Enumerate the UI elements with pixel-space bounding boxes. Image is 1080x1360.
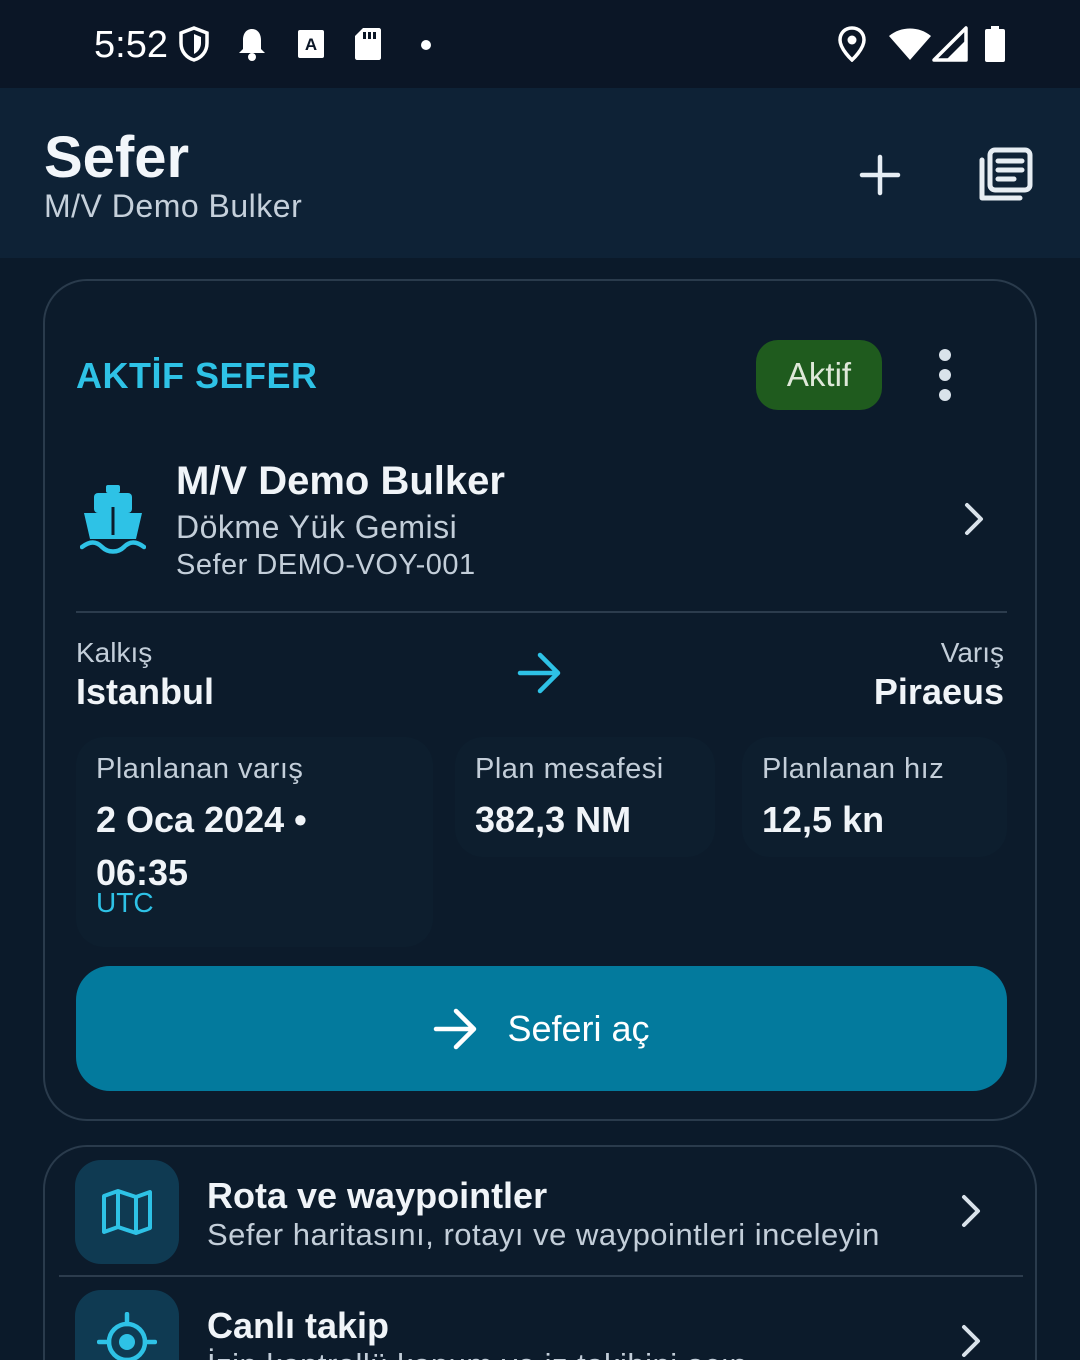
- add-button[interactable]: [845, 140, 915, 210]
- departure-city: Istanbul: [76, 671, 215, 712]
- status-bar: 5:52 A: [0, 0, 1080, 88]
- menu-item-title: Canlı takip: [207, 1305, 390, 1346]
- shield-icon: [178, 26, 210, 67]
- open-voyage-label: Seferi aç: [507, 1007, 650, 1049]
- page-subtitle: M/V Demo Bulker: [44, 188, 303, 224]
- menu-item-description: Sefer haritasını, rotayı ve waypointleri…: [207, 1217, 880, 1252]
- divider: [76, 611, 1007, 613]
- distance-value: 382,3 NM: [475, 799, 632, 840]
- keyboard-a-icon: A: [297, 26, 325, 67]
- chevron-right-icon: [962, 501, 986, 542]
- chevron-right-icon: [959, 1323, 983, 1360]
- active-voyage-card: AKTİF SEFER Aktif M/V Demo Bulker Dökme …: [43, 279, 1037, 1121]
- top-app-bar: Sefer M/V Demo Bulker: [0, 88, 1080, 258]
- arrow-right-icon: [517, 651, 563, 700]
- arrival-label: Varış: [940, 637, 1004, 668]
- distance-label: Plan mesafesi: [475, 753, 664, 785]
- chevron-right-icon: [959, 1193, 983, 1234]
- vessel-name: M/V Demo Bulker: [176, 459, 505, 503]
- distance-stat: Plan mesafesi 382,3 NM: [455, 737, 715, 857]
- sd-card-icon: [354, 26, 382, 67]
- cell-signal-icon: [932, 26, 968, 67]
- page-title: Sefer: [44, 125, 190, 190]
- location-pin-icon: [838, 26, 866, 67]
- menu-item-description: İzin kontrollü konum ve iz takibini açın: [207, 1347, 747, 1360]
- arrow-right-icon: [434, 1008, 477, 1049]
- svg-text:A: A: [305, 35, 317, 54]
- departure-label: Kalkış: [76, 637, 153, 668]
- eta-unit: UTC: [96, 887, 154, 918]
- more-vert-icon: [939, 349, 951, 361]
- wifi-icon: [888, 26, 932, 67]
- speed-stat: Planlanan hız 12,5 kn: [742, 737, 1007, 857]
- dot-icon: [420, 38, 432, 56]
- map-icon: [75, 1160, 179, 1264]
- add-icon: [859, 154, 901, 196]
- open-voyage-button[interactable]: Seferi aç: [76, 966, 1007, 1091]
- menu-item-title: Rota ve waypointler: [207, 1175, 548, 1216]
- battery-icon: [984, 26, 1006, 67]
- arrival-city: Piraeus: [873, 671, 1004, 712]
- speed-value: 12,5 kn: [762, 799, 885, 840]
- ship-icon: [79, 483, 147, 560]
- more-options-button[interactable]: [922, 345, 968, 405]
- vessel-type: Dökme Yük Gemisi: [176, 509, 458, 545]
- library-icon: [979, 147, 1033, 201]
- voyage-list-button[interactable]: [970, 140, 1040, 210]
- section-label: AKTİF SEFER: [76, 355, 318, 396]
- voyage-number: Sefer DEMO-VOY-001: [176, 549, 476, 581]
- vessel-row[interactable]: M/V Demo Bulker Dökme Yük Gemisi Sefer D…: [76, 453, 1007, 583]
- eta-label: Planlanan varış: [96, 753, 304, 785]
- menu-item-route[interactable]: Rota ve waypointler Sefer haritasını, ro…: [59, 1147, 1023, 1275]
- gps-target-icon: [75, 1290, 179, 1360]
- notification-bell-icon: [237, 26, 267, 67]
- speed-label: Planlanan hız: [762, 753, 945, 785]
- voyage-menu-card: Rota ve waypointler Sefer haritasını, ro…: [43, 1145, 1037, 1360]
- menu-item-live-tracking[interactable]: Canlı takip İzin kontrollü konum ve iz t…: [59, 1277, 1023, 1360]
- status-badge: Aktif: [756, 340, 882, 410]
- eta-value: 2 Oca 2024 • 06:35: [96, 799, 307, 893]
- status-time: 5:52: [94, 24, 168, 66]
